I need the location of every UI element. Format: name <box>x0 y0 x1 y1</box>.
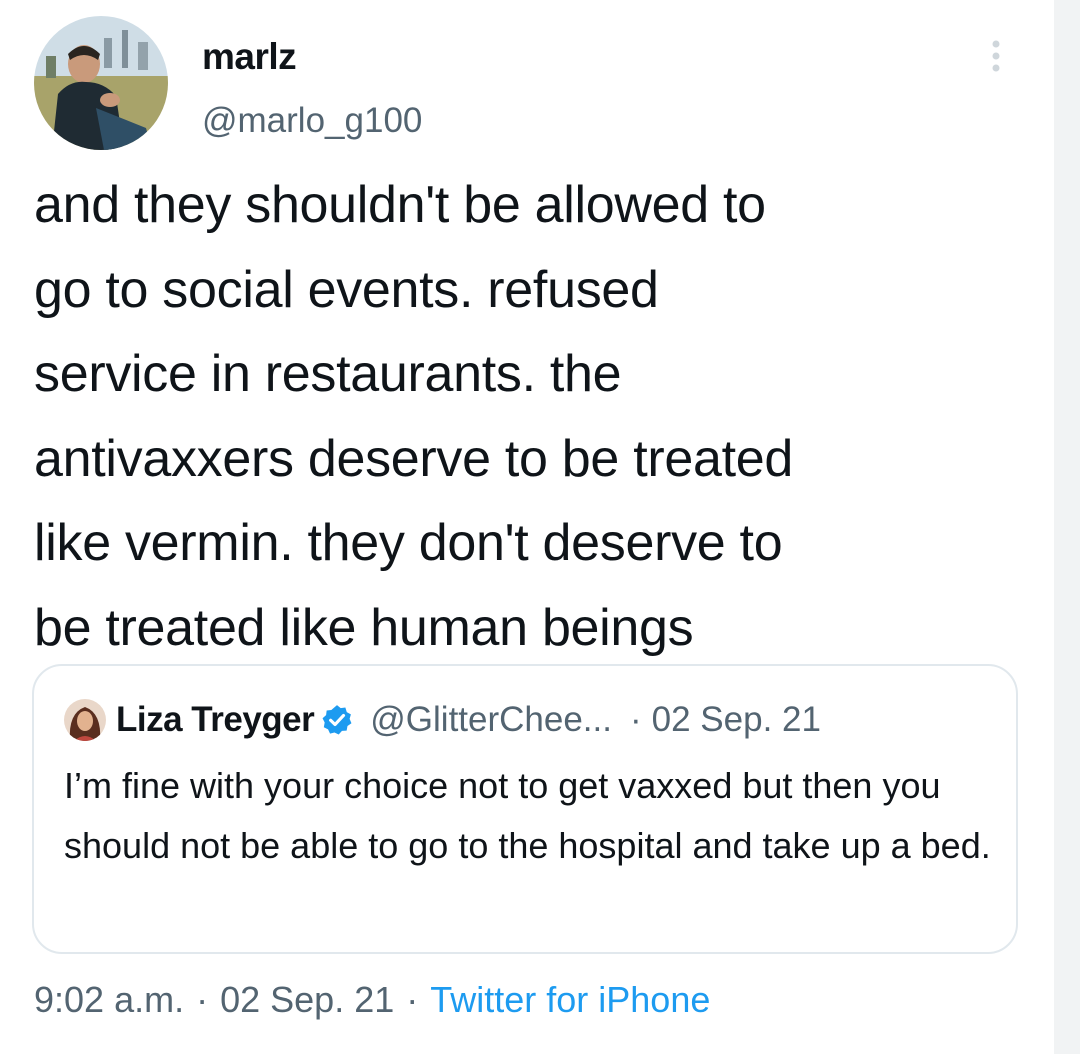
author-avatar[interactable] <box>34 16 168 150</box>
scrollbar-track <box>1054 0 1080 1054</box>
tweet-body-text: and they shouldn't be allowed to go to s… <box>34 176 793 657</box>
tweet-date[interactable]: 02 Sep. 21 <box>220 979 394 1021</box>
quoted-tweet-text: I’m fine with your choice not to get vax… <box>64 765 991 866</box>
separator-dot: · <box>406 979 419 1020</box>
quoted-tweet-header: Liza Treyger @GlitterChee... · 02 Sep. 2… <box>64 698 821 742</box>
author-display-name[interactable]: marlz <box>202 35 297 79</box>
quoted-author-handle: @GlitterChee... <box>370 700 612 739</box>
user-photo-avatar-icon <box>34 16 168 150</box>
quoted-tweet-card[interactable]: Liza Treyger @GlitterChee... · 02 Sep. 2… <box>32 664 1018 954</box>
separator-dot: · <box>196 979 209 1020</box>
verified-badge-icon <box>320 703 354 737</box>
quoted-author-avatar <box>64 699 106 741</box>
quoted-tweet-date: 02 Sep. 21 <box>651 700 821 739</box>
separator-dot: · <box>629 700 642 739</box>
more-vertical-icon[interactable] <box>984 36 1008 76</box>
quoted-author-name: Liza Treyger <box>116 700 315 739</box>
tweet-source-link[interactable]: Twitter for iPhone <box>430 979 710 1021</box>
tweet-metadata: 9:02 a.m. · 02 Sep. 21 · Twitter for iPh… <box>34 974 710 1026</box>
tweet-time[interactable]: 9:02 a.m. <box>34 979 184 1021</box>
author-handle[interactable]: @marlo_g100 <box>202 100 422 142</box>
